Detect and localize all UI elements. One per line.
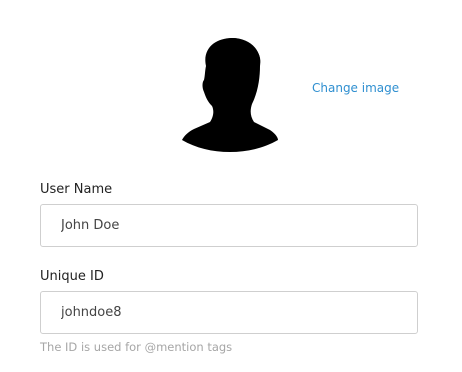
unique-id-hint: The ID is used for @mention tags [40, 340, 233, 354]
user-name-input[interactable] [40, 204, 418, 247]
avatar [180, 36, 280, 152]
user-name-label: User Name [40, 182, 113, 197]
change-image-link[interactable]: Change image [312, 81, 399, 95]
unique-id-input[interactable] [40, 291, 418, 334]
unique-id-label: Unique ID [40, 269, 104, 284]
user-silhouette-icon [182, 37, 278, 152]
profile-edit-panel: Change image User Name Unique ID The ID … [0, 0, 462, 372]
